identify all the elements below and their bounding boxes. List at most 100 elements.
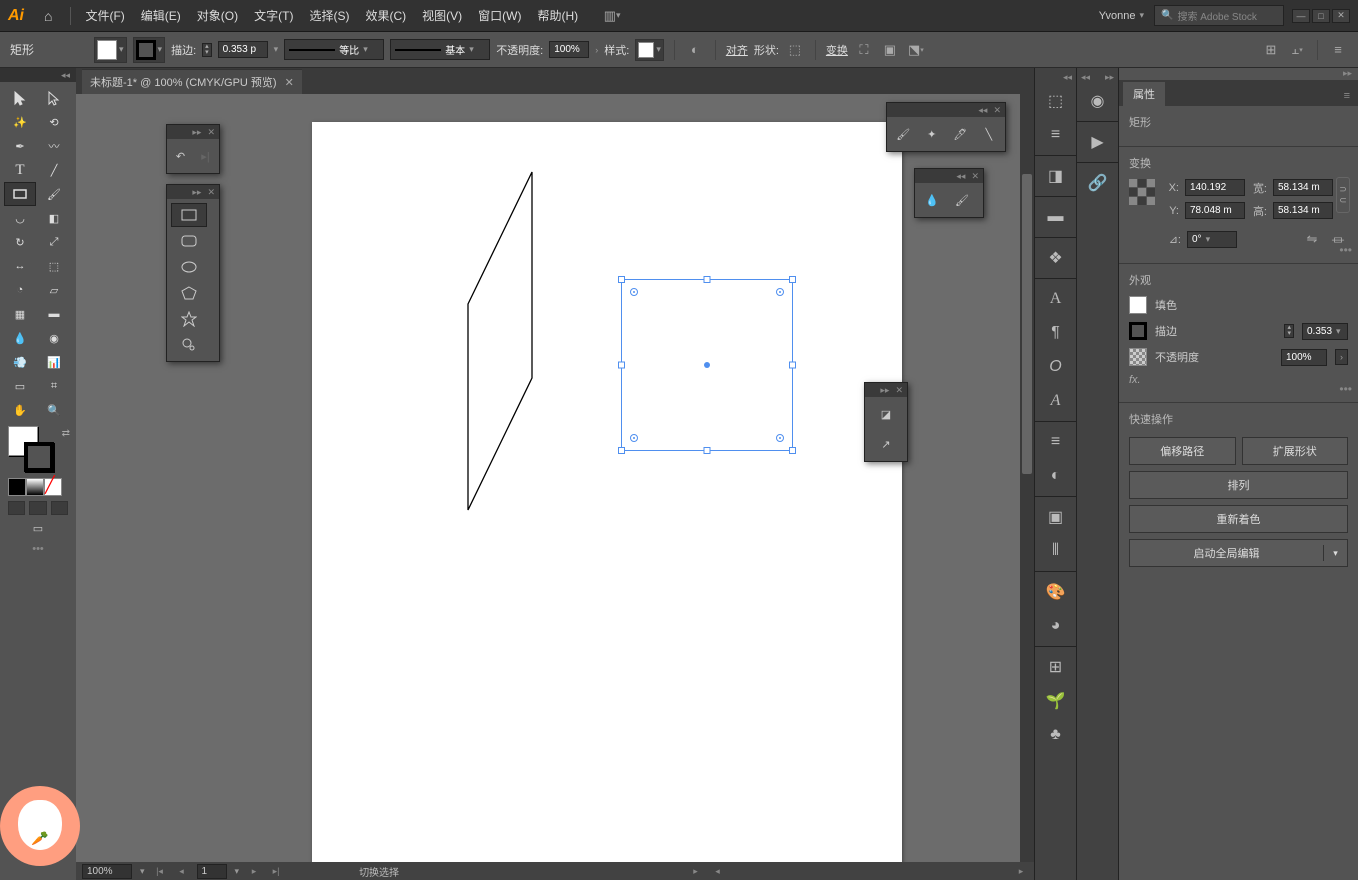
corner-widget-tl[interactable] xyxy=(630,288,638,296)
stroke-profile-select[interactable]: 等比▾ xyxy=(284,39,384,60)
sel-handle-tl[interactable] xyxy=(618,276,625,283)
draw-normal[interactable] xyxy=(8,501,25,515)
corner-widget-bl[interactable] xyxy=(630,434,638,442)
draw-inside[interactable] xyxy=(51,501,68,515)
arrange-button[interactable]: 排列 xyxy=(1129,471,1348,499)
paintbrush-tool[interactable]: 🖌 xyxy=(38,182,70,206)
panel-head[interactable]: ▸▸✕ xyxy=(167,185,219,199)
symbols2-icon[interactable]: ⊞ xyxy=(1035,650,1076,684)
global-edit-button[interactable]: 启动全局编辑 ▾ xyxy=(1129,539,1348,567)
slice-tool[interactable]: ⌗ xyxy=(38,374,70,398)
link-wh-icon[interactable]: ⊃⊂ xyxy=(1336,177,1350,213)
sel-handle-tc[interactable] xyxy=(704,276,711,283)
gradient-tool[interactable]: ▬ xyxy=(38,302,70,326)
direct-selection-tool[interactable] xyxy=(38,86,70,110)
opacity-arrow[interactable]: › xyxy=(1335,349,1348,365)
color-gradient[interactable] xyxy=(26,478,44,496)
arrange-icon[interactable]: ⊞ xyxy=(1261,40,1281,60)
color-solid[interactable] xyxy=(8,478,26,496)
appearance-more[interactable]: ••• xyxy=(1339,382,1352,396)
eyedropper2-icon[interactable]: 💧 xyxy=(921,189,943,211)
fx-label[interactable]: fx. xyxy=(1129,374,1141,386)
add-brush-icon[interactable]: ✦ xyxy=(922,123,943,145)
minimize-button[interactable]: — xyxy=(1292,9,1310,23)
fill-swatch[interactable]: ▾ xyxy=(94,37,127,63)
line-tool[interactable]: ╱ xyxy=(38,158,70,182)
sel-handle-ml[interactable] xyxy=(618,362,625,369)
edit-toolbar[interactable]: ••• xyxy=(0,539,76,559)
scroll-right[interactable]: ◂ xyxy=(711,865,725,877)
angle-input[interactable]: 0°▾ xyxy=(1187,231,1237,248)
type-tool[interactable]: T xyxy=(4,158,36,182)
tab-close-icon[interactable]: ✕ xyxy=(285,76,294,89)
x-input[interactable] xyxy=(1185,179,1245,196)
scroll-left[interactable]: ▸ xyxy=(689,865,703,877)
vertical-scrollbar[interactable] xyxy=(1020,94,1034,862)
menu-select[interactable]: 选择(S) xyxy=(301,7,357,24)
shape-mode-icon[interactable]: ⬚ xyxy=(785,40,805,60)
draw-behind[interactable] xyxy=(29,501,46,515)
menu-view[interactable]: 视图(V) xyxy=(414,7,470,24)
align-panel-icon[interactable]: ⫠▾ xyxy=(1287,40,1307,60)
rib2-collapse[interactable]: ◂◂▸▸ xyxy=(1077,72,1118,84)
undo-icon[interactable]: ↶ xyxy=(173,145,188,167)
properties-tab[interactable]: 属性 xyxy=(1123,82,1165,106)
color-none[interactable]: ╱ xyxy=(44,478,62,496)
menu-edit[interactable]: 编辑(E) xyxy=(133,7,189,24)
collapse-icon[interactable]: ▸▸ xyxy=(192,127,201,138)
h-input[interactable] xyxy=(1273,202,1333,219)
graphic-styles-icon[interactable]: ⫴ xyxy=(1035,534,1076,568)
panel-collapse[interactable]: ▸▸ xyxy=(1119,68,1358,80)
panel-menu-icon[interactable]: ≡ xyxy=(1336,86,1358,106)
transform-label[interactable]: 变换 xyxy=(826,42,848,58)
menu-object[interactable]: 对象(O) xyxy=(189,7,246,24)
shaper-tool[interactable]: ◡ xyxy=(4,206,36,230)
brush3-icon[interactable]: 🖌 xyxy=(951,189,973,211)
sel-handle-bl[interactable] xyxy=(618,447,625,454)
eyedropper-tool[interactable]: 💧 xyxy=(4,326,36,350)
selection-tool[interactable] xyxy=(4,86,36,110)
stroke-stepper[interactable]: ▴▾ xyxy=(202,43,212,57)
gradient2-icon[interactable]: ▬ xyxy=(1035,200,1076,234)
corner-widget-br[interactable] xyxy=(776,434,784,442)
stroke-width-input[interactable] xyxy=(218,41,268,58)
stroke2-icon[interactable]: ≡ xyxy=(1035,425,1076,459)
shape-rectangle[interactable] xyxy=(171,203,207,227)
envelope-icon[interactable]: ⬔▾ xyxy=(906,40,926,60)
document-tab[interactable]: 未标题-1* @ 100% (CMYK/GPU 预览) ✕ xyxy=(82,69,302,94)
export-icon[interactable]: ↗ xyxy=(875,433,897,455)
layers-icon[interactable]: ❖ xyxy=(1035,241,1076,275)
free-transform-tool[interactable]: ⬚ xyxy=(38,254,70,278)
graph-tool[interactable]: 📊 xyxy=(38,350,70,374)
type2-icon[interactable]: A xyxy=(1035,282,1076,316)
artboards-icon[interactable]: ⬚ xyxy=(1035,84,1076,118)
transform-icon1[interactable]: ⛶ xyxy=(854,40,874,60)
stroke-val-select[interactable]: 0.353▾ xyxy=(1302,323,1348,340)
menu-type[interactable]: 文字(T) xyxy=(246,7,301,24)
appearance2-icon[interactable]: ▣ xyxy=(1035,500,1076,534)
stroke-stepper2[interactable]: ▴▾ xyxy=(1284,324,1294,338)
workspace-switcher-icon[interactable]: ▥ ▾ xyxy=(602,6,622,26)
scale-tool[interactable]: ⤢ xyxy=(38,230,70,254)
artboard-tool[interactable]: ▭ xyxy=(4,374,36,398)
brush2-icon[interactable]: 🖊 xyxy=(950,123,971,145)
artboard-dropdown[interactable]: ▾ xyxy=(235,866,240,877)
stroke-swatch[interactable]: ▾ xyxy=(133,37,166,63)
zoom-input[interactable] xyxy=(82,864,132,879)
next-artboard[interactable]: ▸ xyxy=(247,865,261,877)
isolate-icon[interactable]: ▣ xyxy=(880,40,900,60)
scroll-thumb[interactable] xyxy=(1022,174,1032,474)
shape-rounded-rect[interactable] xyxy=(171,229,207,253)
mesh-tool[interactable]: ▦ xyxy=(4,302,36,326)
menu-icon[interactable]: ≡ xyxy=(1328,40,1348,60)
opacity-input[interactable] xyxy=(549,41,589,58)
menu-effect[interactable]: 效果(C) xyxy=(357,7,414,24)
reference-point[interactable] xyxy=(1129,179,1155,205)
opacity-dropdown[interactable]: › xyxy=(595,45,598,55)
glyphs-icon[interactable]: A xyxy=(1035,384,1076,418)
search-input[interactable]: 🔍搜索 Adobe Stock xyxy=(1154,5,1284,26)
artboard[interactable] xyxy=(312,122,902,862)
paragraph-icon[interactable]: ¶ xyxy=(1035,316,1076,350)
flip-h-icon[interactable]: ⇋ xyxy=(1302,229,1322,249)
sel-handle-bc[interactable] xyxy=(704,447,711,454)
